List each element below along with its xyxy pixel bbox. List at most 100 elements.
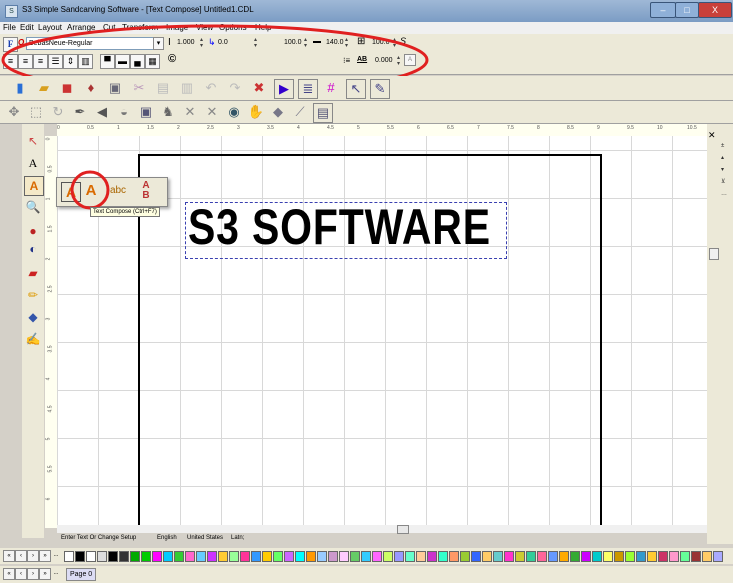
- color-swatch[interactable]: [119, 551, 129, 562]
- new-document-icon[interactable]: ▮: [11, 79, 29, 97]
- panel-nav-icons[interactable]: ± ▴ ▾ ⊻…: [721, 140, 727, 200]
- page-tab[interactable]: Page 0: [66, 568, 97, 581]
- color-swatch[interactable]: [449, 551, 459, 562]
- horizontal-scrollbar[interactable]: [57, 525, 707, 534]
- color-swatch[interactable]: [658, 551, 668, 562]
- text-lines-icon[interactable]: ≣: [298, 79, 318, 99]
- color-swatch[interactable]: [427, 551, 437, 562]
- brush-tool-icon[interactable]: ▰: [24, 264, 42, 282]
- color-swatch[interactable]: [163, 551, 173, 562]
- color-swatch[interactable]: [438, 551, 448, 562]
- color-swatch[interactable]: [537, 551, 547, 562]
- fill-tool-icon[interactable]: ◐: [24, 240, 42, 258]
- vector-icon[interactable]: ✎: [370, 79, 390, 99]
- color-swatch[interactable]: [680, 551, 690, 562]
- color-swatch[interactable]: [240, 551, 250, 562]
- color-swatch[interactable]: [559, 551, 569, 562]
- color-swatch[interactable]: [548, 551, 558, 562]
- undo-icon[interactable]: ↶: [202, 79, 220, 97]
- color-swatch[interactable]: [614, 551, 624, 562]
- color-swatch[interactable]: [251, 551, 261, 562]
- close-button[interactable]: X: [698, 2, 732, 18]
- move-icon[interactable]: ✥: [5, 103, 23, 121]
- color-swatch[interactable]: [581, 551, 591, 562]
- canvas-text[interactable]: S3 SOFTWARE: [188, 198, 491, 256]
- text-tool-icon[interactable]: A: [24, 176, 44, 196]
- color-swatch[interactable]: [493, 551, 503, 562]
- eraser-icon[interactable]: ◀: [93, 103, 111, 121]
- frame-icon[interactable]: ▤: [313, 103, 333, 123]
- fill-icon[interactable]: ◒: [115, 103, 133, 121]
- color-swatch[interactable]: [471, 551, 481, 562]
- transform-icon[interactable]: ⬚: [27, 103, 45, 121]
- color-swatch[interactable]: [361, 551, 371, 562]
- color-tool-icon[interactable]: ●: [24, 222, 42, 240]
- color-swatch[interactable]: [196, 551, 206, 562]
- import-icon[interactable]: ♦: [82, 79, 100, 97]
- color-swatch[interactable]: [339, 551, 349, 562]
- pen-icon[interactable]: ✒: [71, 103, 89, 121]
- more-icon[interactable]: ...: [51, 550, 61, 560]
- last-page-icon[interactable]: »: [39, 568, 51, 580]
- color-swatch[interactable]: [306, 551, 316, 562]
- color-swatch[interactable]: [86, 551, 96, 562]
- color-swatch[interactable]: [174, 551, 184, 562]
- color-swatch[interactable]: [702, 551, 712, 562]
- line-icon[interactable]: ⟋: [291, 103, 309, 121]
- color-swatch[interactable]: [328, 551, 338, 562]
- color-swatch[interactable]: [691, 551, 701, 562]
- open-folder-icon[interactable]: ▰: [35, 79, 53, 97]
- color-swatch[interactable]: [603, 551, 613, 562]
- color-swatch[interactable]: [526, 551, 536, 562]
- color-swatch[interactable]: [570, 551, 580, 562]
- knife-tool-icon[interactable]: ✍: [24, 330, 42, 348]
- last-icon[interactable]: »: [39, 550, 51, 562]
- color-swatch[interactable]: [97, 551, 107, 562]
- brush-icon[interactable]: ✕: [181, 103, 199, 121]
- color-swatch[interactable]: [350, 551, 360, 562]
- color-swatch[interactable]: [284, 551, 294, 562]
- color-swatch[interactable]: [207, 551, 217, 562]
- play-icon[interactable]: ▶: [274, 79, 294, 99]
- shape-icon[interactable]: ◆: [269, 103, 287, 121]
- color-swatch[interactable]: [229, 551, 239, 562]
- color-swatch[interactable]: [383, 551, 393, 562]
- color-swatch[interactable]: [64, 551, 74, 562]
- color-swatch[interactable]: [75, 551, 85, 562]
- color-swatch[interactable]: [636, 551, 646, 562]
- prev-page-icon[interactable]: ‹: [15, 568, 27, 580]
- next-icon[interactable]: ›: [27, 550, 39, 562]
- node-edit-icon[interactable]: ↖: [346, 79, 366, 99]
- color-swatch[interactable]: [592, 551, 602, 562]
- delete-icon[interactable]: ✖: [250, 79, 268, 97]
- grid-snap-icon[interactable]: #: [322, 79, 340, 97]
- first-icon[interactable]: «: [3, 550, 15, 562]
- color-swatch[interactable]: [273, 551, 283, 562]
- color-swatch[interactable]: [152, 551, 162, 562]
- color-swatch[interactable]: [295, 551, 305, 562]
- color-swatch[interactable]: [218, 551, 228, 562]
- color-swatch[interactable]: [625, 551, 635, 562]
- zoom-tool-icon[interactable]: 🔍: [24, 198, 42, 216]
- maximize-button[interactable]: □: [675, 2, 699, 18]
- page-more-icon[interactable]: ...: [51, 568, 61, 578]
- paint-tool-icon[interactable]: ◆: [24, 308, 42, 326]
- replace-text-tool-icon[interactable]: AB: [135, 181, 157, 201]
- node-icon[interactable]: ✕: [203, 103, 221, 121]
- color-swatch[interactable]: [141, 551, 151, 562]
- color-swatch[interactable]: [185, 551, 195, 562]
- color-swatch[interactable]: [130, 551, 140, 562]
- redo-icon[interactable]: ↷: [226, 79, 244, 97]
- paste-icon[interactable]: ▥: [178, 79, 196, 97]
- pointer-tool-icon[interactable]: ↖: [24, 132, 42, 150]
- color-swatch[interactable]: [669, 551, 679, 562]
- image-icon[interactable]: ▣: [137, 103, 155, 121]
- pencil-tool-icon[interactable]: ✏: [24, 286, 42, 304]
- color-swatch[interactable]: [108, 551, 118, 562]
- color-swatch[interactable]: [317, 551, 327, 562]
- minimize-button[interactable]: –: [650, 2, 676, 18]
- horizontal-scroll-thumb[interactable]: [397, 525, 409, 534]
- color-swatch[interactable]: [405, 551, 415, 562]
- color-swatch[interactable]: [262, 551, 272, 562]
- close-panel-icon[interactable]: ✕: [708, 130, 716, 141]
